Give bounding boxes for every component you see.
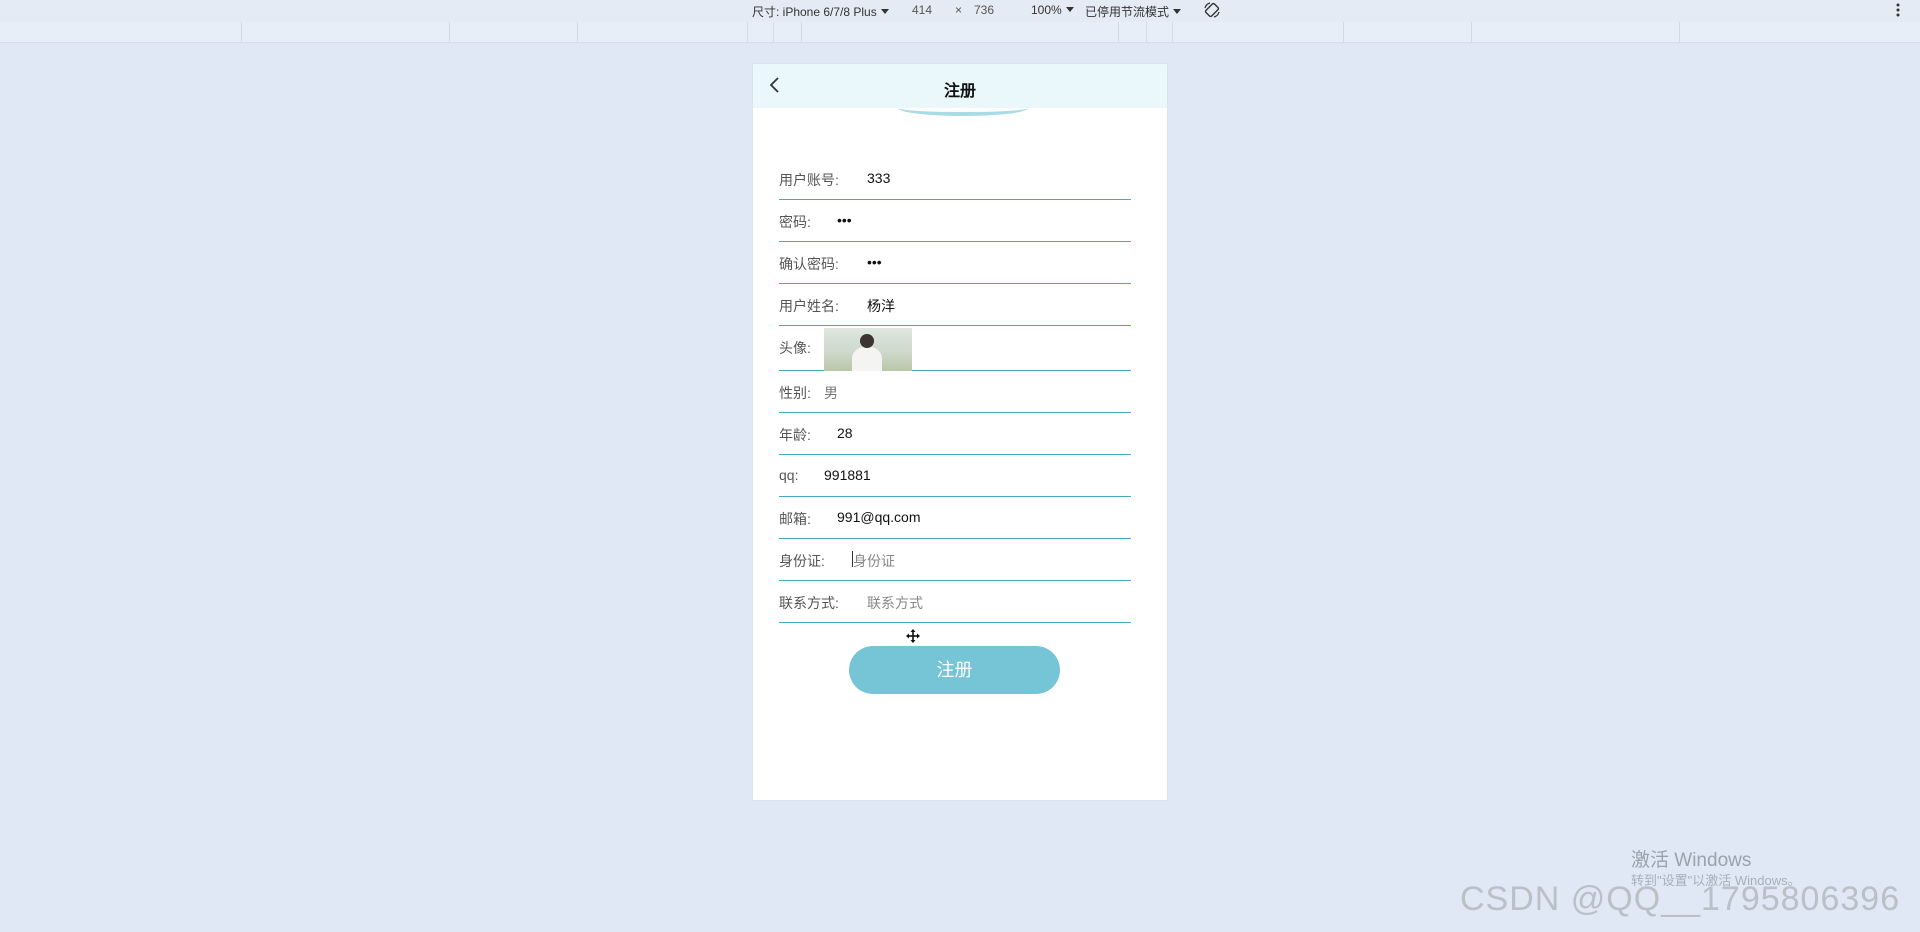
age-input[interactable]: 28 xyxy=(837,425,853,441)
email-label: 邮箱: xyxy=(779,511,811,527)
viewport-height-input[interactable]: 736 xyxy=(974,3,994,17)
register-form: 用户账号: 333 密码: ••• 确认密码: ••• 用户姓名: 杨洋 头像:… xyxy=(779,158,1131,623)
contact-row: 联系方式: 联系方式 xyxy=(779,581,1131,623)
dimension-separator: × xyxy=(955,3,963,17)
name-row: 用户姓名: 杨洋 xyxy=(779,284,1131,326)
name-label: 用户姓名: xyxy=(779,298,839,314)
throttle-select[interactable]: 已停用节流模式 xyxy=(1085,3,1181,20)
more-vertical-icon[interactable] xyxy=(1895,2,1901,18)
page-header: 注册 xyxy=(753,64,1167,108)
avatar-row: 头像: xyxy=(779,326,1131,371)
header-wave-decoration xyxy=(898,104,1028,116)
qq-input[interactable]: 991881 xyxy=(824,467,871,483)
contact-input[interactable]: 联系方式 xyxy=(867,593,923,613)
phone-viewport: 注册 用户账号: 333 密码: ••• 确认密码: ••• 用户姓名: 杨洋 … xyxy=(753,64,1167,800)
age-row: 年龄: 28 xyxy=(779,413,1131,455)
account-input[interactable]: 333 xyxy=(867,170,890,186)
email-input[interactable]: 991@qq.com xyxy=(837,509,920,525)
page-title: 注册 xyxy=(943,83,976,100)
device-select[interactable]: 尺寸: iPhone 6/7/8 Plus xyxy=(752,3,889,20)
password-input[interactable]: ••• xyxy=(837,212,852,228)
avatar-label: 头像: xyxy=(779,340,811,356)
gender-select[interactable]: 男 xyxy=(824,383,838,403)
zoom-select[interactable]: 100% xyxy=(1031,3,1074,17)
csdn-watermark: CSDN @QQ__1795806396 xyxy=(1460,880,1901,918)
contact-label: 联系方式: xyxy=(779,595,839,611)
id-card-label: 身份证: xyxy=(779,553,825,569)
gender-row: 性别: 男 xyxy=(779,371,1131,413)
rotate-icon[interactable] xyxy=(1203,1,1221,19)
password-label: 密码: xyxy=(779,214,811,230)
qq-label: qq: xyxy=(779,467,799,483)
avatar-image[interactable] xyxy=(824,328,912,371)
move-cursor-icon xyxy=(906,629,920,643)
password-row: 密码: ••• xyxy=(779,200,1131,242)
age-label: 年龄: xyxy=(779,427,811,443)
email-row: 邮箱: 991@qq.com xyxy=(779,497,1131,539)
gender-label: 性别: xyxy=(779,385,811,401)
qq-row: qq: 991881 xyxy=(779,455,1131,497)
devtools-toolbar: 尺寸: iPhone 6/7/8 Plus 414 × 736 100% 已停用… xyxy=(0,0,1920,22)
viewport-width-input[interactable]: 414 xyxy=(912,3,932,17)
name-input[interactable]: 杨洋 xyxy=(867,296,895,316)
confirm-password-input[interactable]: ••• xyxy=(867,254,882,270)
media-query-bar[interactable] xyxy=(0,22,1920,43)
id-card-row: 身份证: 身份证 xyxy=(779,539,1131,581)
windows-activation-title: 激活 Windows xyxy=(1631,850,1752,871)
confirm-password-row: 确认密码: ••• xyxy=(779,242,1131,284)
account-row: 用户账号: 333 xyxy=(779,158,1131,200)
id-card-input[interactable]: 身份证 xyxy=(853,551,895,571)
register-button[interactable]: 注册 xyxy=(849,646,1060,694)
account-label: 用户账号: xyxy=(779,172,839,188)
confirm-password-label: 确认密码: xyxy=(779,256,839,272)
